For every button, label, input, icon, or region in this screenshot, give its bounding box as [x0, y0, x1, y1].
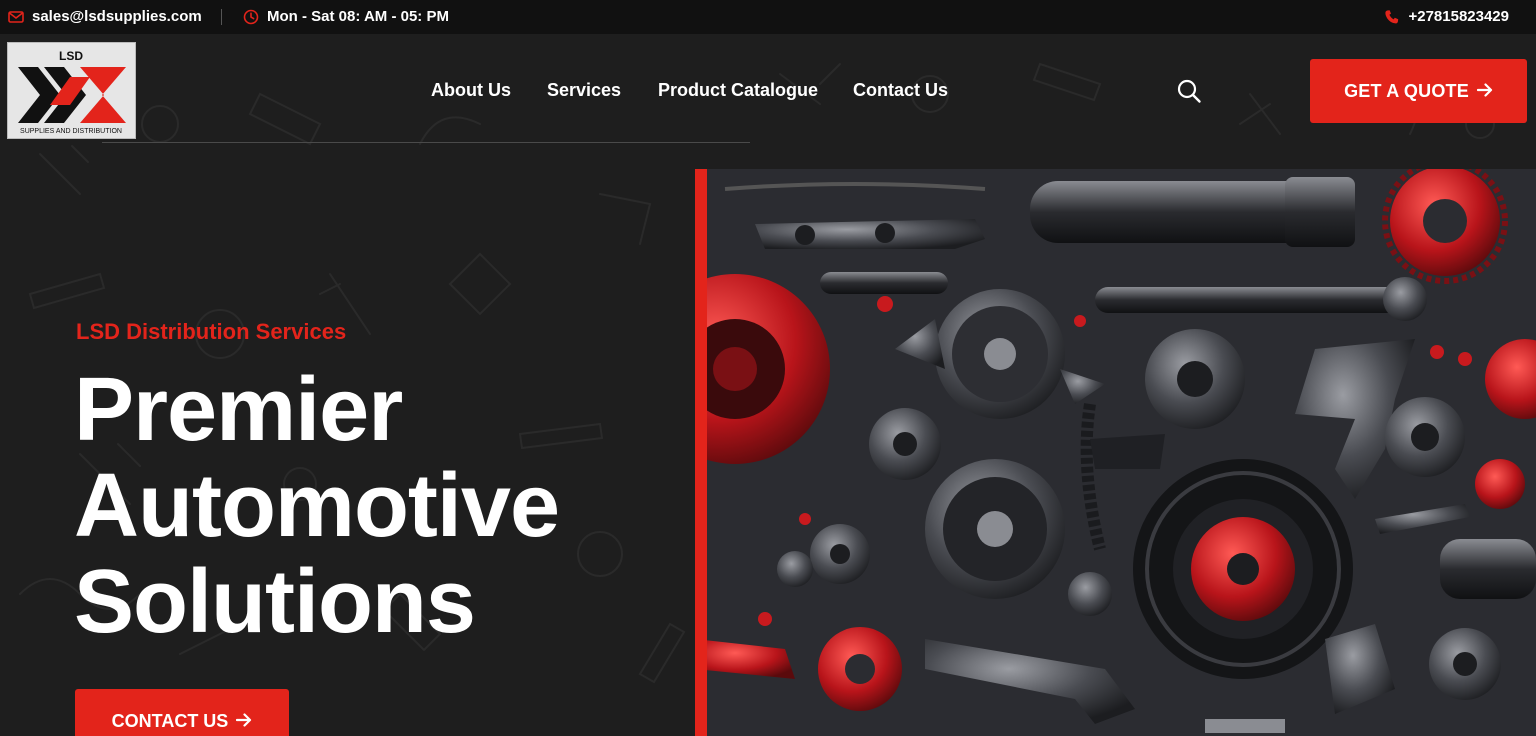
- envelope-icon: [8, 10, 24, 24]
- top-info-bar: sales@lsdsupplies.com Mon - Sat 08: AM -…: [0, 0, 1536, 34]
- topbar-phone[interactable]: +27815823429: [1384, 8, 1509, 25]
- arrow-right-icon: [1476, 81, 1493, 102]
- nav-contact-us[interactable]: Contact Us: [853, 80, 948, 101]
- hero-headline-line-1: Premier: [74, 360, 403, 460]
- arrow-right-icon: [236, 711, 252, 732]
- topbar-email[interactable]: sales@lsdsupplies.com: [8, 8, 202, 25]
- contact-us-label: CONTACT US: [111, 711, 229, 731]
- get-a-quote-label: GET A QUOTE: [1344, 80, 1469, 101]
- topbar-hours: Mon - Sat 08: AM - 05: PM: [243, 8, 449, 25]
- clock-icon: [243, 9, 259, 25]
- contact-us-button[interactable]: CONTACT US: [75, 689, 289, 736]
- nav-product-catalogue[interactable]: Product Catalogue: [658, 80, 818, 101]
- hero-eyebrow: LSD Distribution Services: [76, 319, 347, 344]
- logo-top-text: LSD: [59, 49, 83, 63]
- hero-headline: Premier Automotive Solutions: [74, 360, 560, 652]
- site-logo[interactable]: LSD SUPPLIES AND DISTRIBUTION: [7, 42, 136, 139]
- hero-headline-line-3: Solutions: [74, 552, 476, 652]
- get-a-quote-button[interactable]: GET A QUOTE: [1310, 59, 1527, 123]
- topbar-divider: [221, 9, 222, 25]
- hero-auto-parts-image: [695, 169, 1536, 736]
- search-button[interactable]: [1176, 78, 1202, 104]
- logo-bottom-text: SUPPLIES AND DISTRIBUTION: [20, 128, 122, 135]
- nav-underline-divider: [102, 142, 750, 143]
- phone-icon: [1384, 9, 1400, 25]
- hero-image-accent-bar: [695, 169, 707, 736]
- nav-about-us[interactable]: About Us: [431, 80, 511, 101]
- hero-headline-line-2: Automotive: [74, 456, 560, 556]
- topbar-email-text: sales@lsdsupplies.com: [32, 8, 202, 25]
- nav-services[interactable]: Services: [547, 80, 621, 101]
- search-icon: [1177, 79, 1201, 103]
- topbar-hours-text: Mon - Sat 08: AM - 05: PM: [267, 8, 449, 25]
- topbar-phone-text: +27815823429: [1408, 8, 1509, 25]
